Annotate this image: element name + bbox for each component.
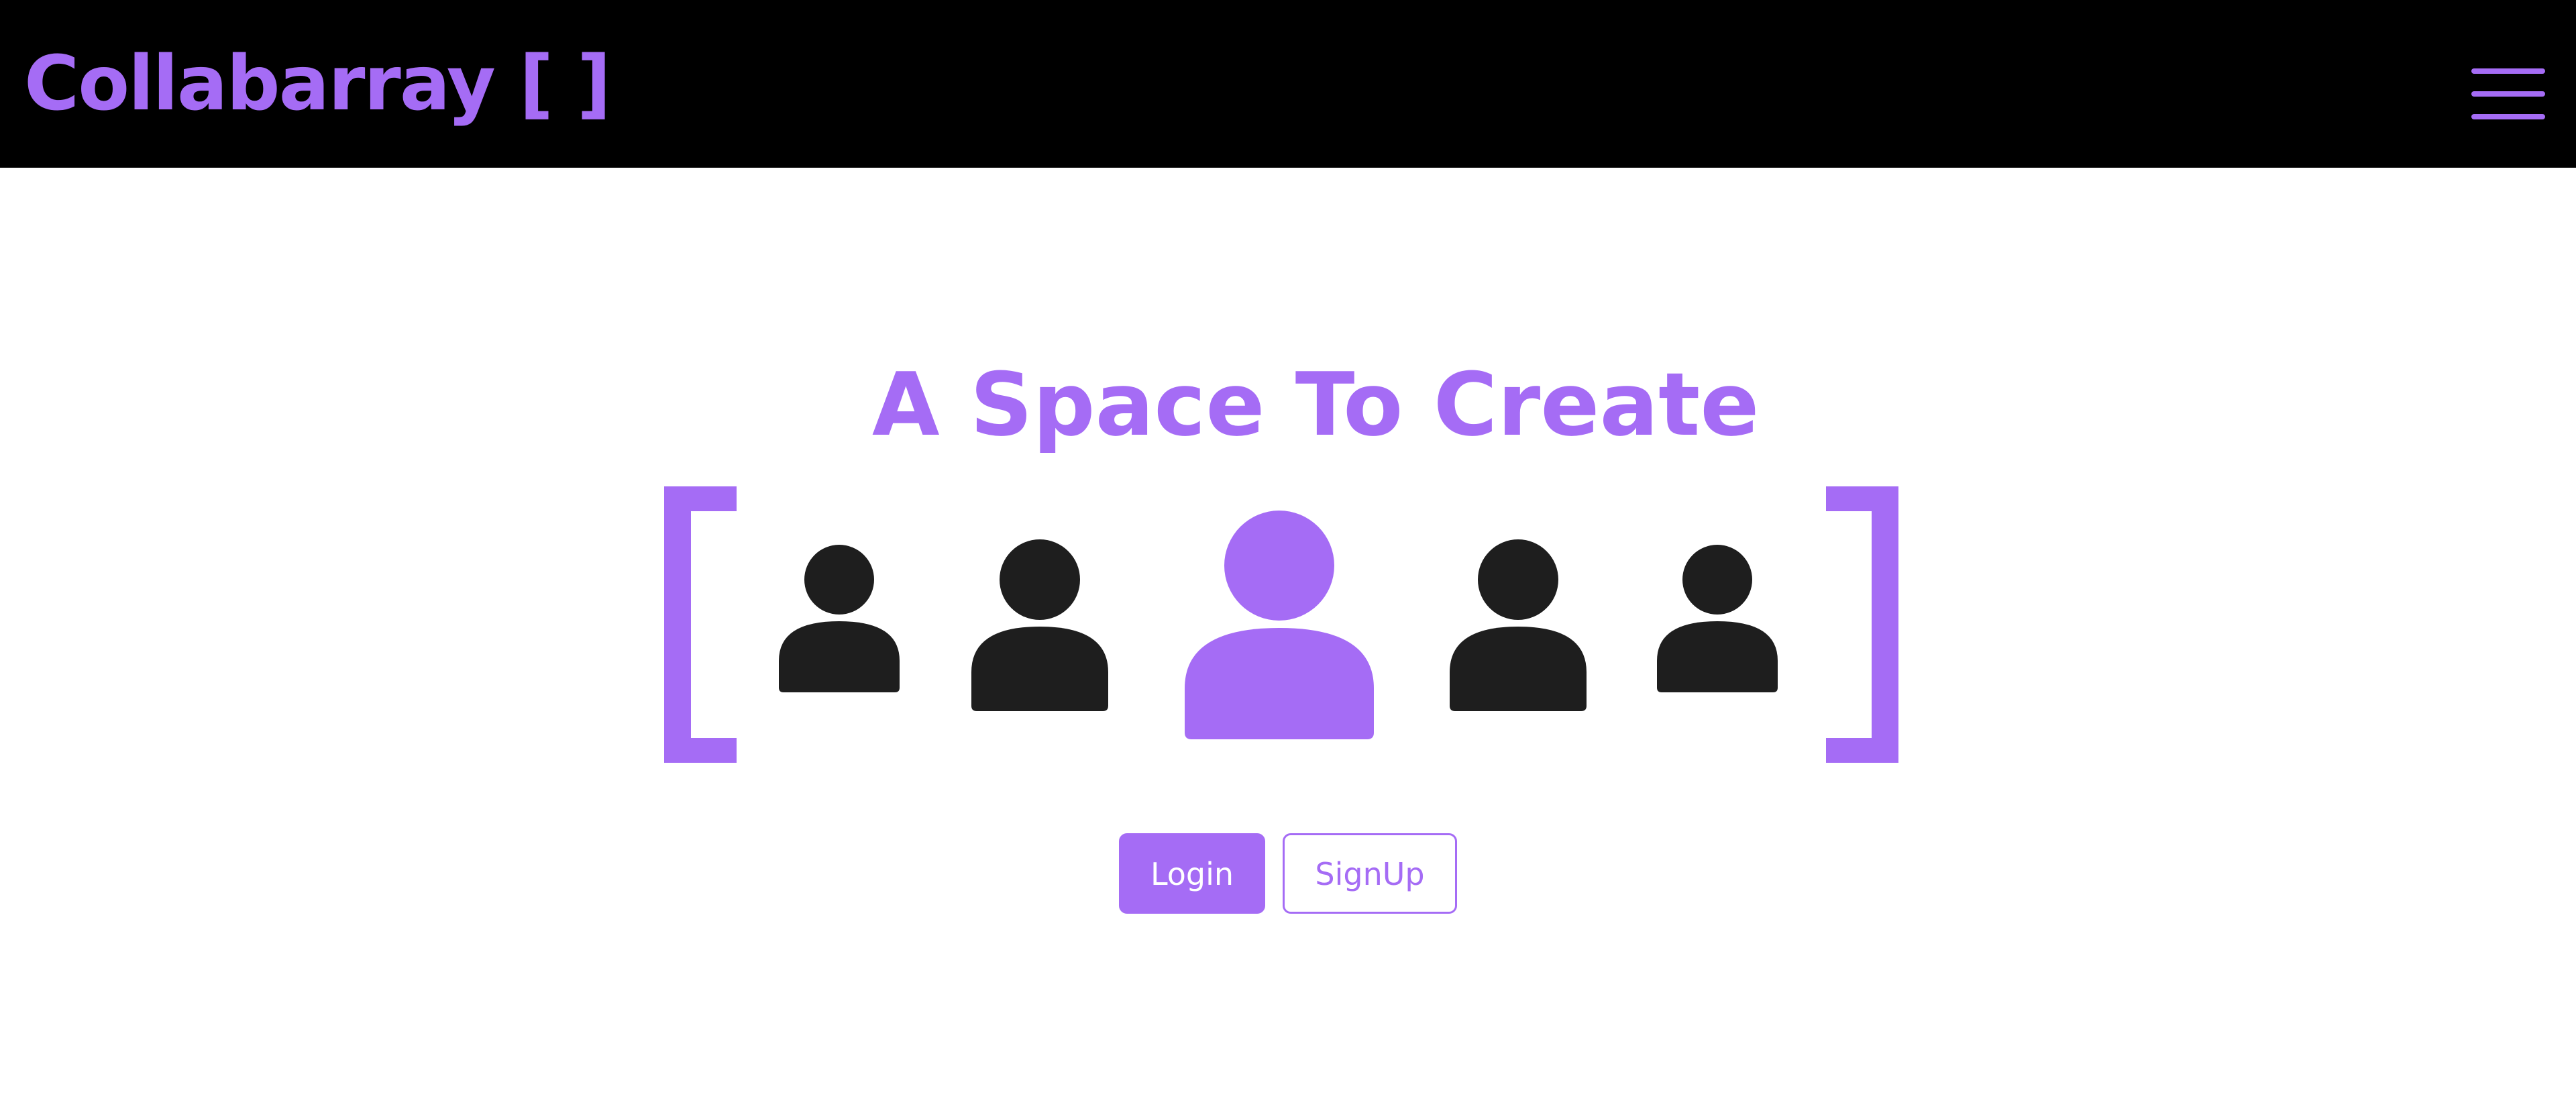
hero-section: A Space To Create Login SignUp bbox=[0, 168, 2576, 1117]
right-bracket-icon bbox=[1826, 486, 1898, 763]
navbar: Collabarray [ ] bbox=[0, 0, 2576, 168]
person-icon bbox=[971, 539, 1108, 711]
person-icon bbox=[779, 545, 900, 692]
brand-logo-link[interactable]: Collabarray [ ] bbox=[24, 40, 611, 127]
person-icon bbox=[1450, 539, 1587, 711]
hamburger-menu-button[interactable] bbox=[2471, 67, 2545, 121]
left-bracket-icon bbox=[664, 486, 737, 763]
person-icon bbox=[1657, 545, 1778, 692]
login-button[interactable]: Login bbox=[1119, 833, 1265, 914]
collaboration-illustration bbox=[664, 486, 1898, 763]
signup-button[interactable]: SignUp bbox=[1283, 833, 1457, 914]
auth-button-group: Login SignUp bbox=[1119, 833, 1457, 914]
person-icon-highlighted bbox=[1185, 511, 1374, 739]
hamburger-menu-icon bbox=[2471, 68, 2545, 119]
hero-tagline: A Space To Create bbox=[872, 354, 1760, 456]
